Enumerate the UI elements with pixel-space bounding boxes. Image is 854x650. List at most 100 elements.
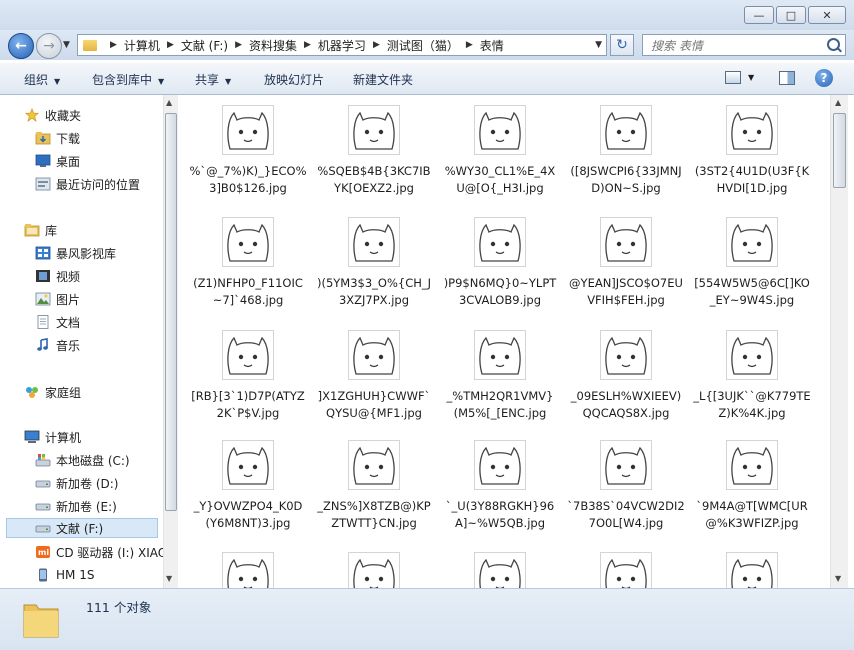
cat-emoji-thumbnail-icon [348,105,400,155]
scroll-down-icon[interactable]: ▼ [835,574,841,583]
change-view-icon[interactable] [725,71,741,84]
view-dropdown-icon[interactable]: ▼ [748,73,754,82]
nav-label: 新加卷 (E:) [56,499,117,514]
recent-pages-dropdown-icon[interactable]: ▼ [63,40,70,50]
close-button[interactable]: ✕ [808,6,846,24]
navigation-pane: 收藏夹 下载 桌面 最近访问的位置 库 暴风影视库 视频 图片 文档 音乐 家庭… [0,95,165,588]
nav-favorites[interactable]: 收藏夹 [24,105,81,125]
crumb-drive-f[interactable]: 文献 (F:) [181,37,228,54]
address-row: ← → ▼ ▶ 计算机 ▶ 文献 (F:) ▶ 资料搜集 ▶ 机器学习 ▶ 测试… [0,30,854,60]
address-dropdown-icon[interactable]: ▼ [595,40,602,50]
file-name: `_U(3Y88RGKH}96A]~%W5QB.jpg [445,499,555,530]
breadcrumb: ▶ 计算机 ▶ 文献 (F:) ▶ 资料搜集 ▶ 机器学习 ▶ 测试图（猫） ▶… [103,37,504,54]
chevron-right-icon[interactable]: ▶ [304,40,311,50]
nav-drive-c[interactable]: 本地磁盘 (C:) [35,450,130,470]
share-menu[interactable]: 共享 ▼ [195,71,231,88]
window-controls: — □ ✕ [744,6,846,24]
help-icon[interactable]: ? [815,69,833,87]
nav-scrollbar[interactable]: ▲ ▼ [163,95,178,588]
refresh-button[interactable]: ↻ [610,34,634,56]
homegroup-icon [26,387,38,398]
nav-documents[interactable]: 文档 [35,312,80,332]
chevron-right-icon[interactable]: ▶ [235,40,242,50]
crumb-emoji[interactable]: 表情 [480,37,504,54]
chevron-right-icon[interactable]: ▶ [373,40,380,50]
content-scrollbar[interactable]: ▲ ▼ [830,95,848,588]
share-label: 共享 [195,73,220,87]
caret-down-icon: ▼ [158,77,165,86]
cat-emoji-thumbnail-icon [726,552,778,588]
nav-pictures[interactable]: 图片 [35,289,80,309]
document-icon [37,315,49,329]
organize-menu[interactable]: 组织 ▼ [24,71,60,88]
file-view: %`@_7%)K)_}ECO%3]B0$126.jpg %SQEB$4B{3KC7… [178,95,830,588]
file-name: ([8JSWCPI6{33JMNJD)ON~S.jpg [570,164,682,195]
include-in-library-menu[interactable]: 包含到库中 ▼ [92,71,164,88]
nav-recent[interactable]: 最近访问的位置 [35,174,140,194]
crumb-computer[interactable]: 计算机 [124,37,160,54]
forward-button[interactable]: → [36,33,62,59]
nav-desktop[interactable]: 桌面 [35,151,80,171]
nav-drive-i[interactable]: mi CD 驱动器 (I:) XIAOMI [35,542,164,562]
phone-icon [39,568,47,582]
crumb-materials[interactable]: 资料搜集 [249,37,297,54]
cat-emoji-thumbnail-icon [726,440,778,490]
film-icon [36,270,50,282]
nav-label: 音乐 [56,338,81,353]
minimize-button[interactable]: — [744,6,774,24]
file-name: )(5YM3$3_O%{CH_J3XZJ7PX.jpg [316,276,432,307]
chevron-right-icon[interactable]: ▶ [167,40,174,50]
nav-drive-d[interactable]: 新加卷 (D:) [35,473,118,493]
back-button[interactable]: ← [8,33,34,59]
nav-label: 本地磁盘 (C:) [56,453,130,468]
cat-emoji-thumbnail-icon [222,552,274,588]
cat-emoji-thumbnail-icon [222,440,274,490]
crumb-test-cats[interactable]: 测试图（猫） [387,37,459,54]
scroll-up-icon[interactable]: ▲ [166,98,172,107]
maximize-button[interactable]: □ [776,6,806,24]
search-box[interactable] [642,34,846,56]
nav-libraries[interactable]: 库 [24,220,57,240]
crumb-ml[interactable]: 机器学习 [318,37,366,54]
search-input[interactable] [649,37,823,55]
address-bar[interactable]: ▶ 计算机 ▶ 文献 (F:) ▶ 资料搜集 ▶ 机器学习 ▶ 测试图（猫） ▶… [77,34,607,56]
details-pane: 111 个对象 [0,588,854,650]
nav-videos[interactable]: 视频 [35,266,80,286]
drive-icon [35,525,51,533]
nav-label: 桌面 [56,154,81,169]
file-name: _L{[3UJK``@K779TEZ)K%4K.jpg [693,389,811,420]
scroll-thumb[interactable] [833,113,846,188]
chevron-right-icon[interactable]: ▶ [466,40,473,50]
nav-label: 文档 [56,315,81,330]
nav-hm1s[interactable]: HM 1S [35,565,94,585]
nav-music[interactable]: 音乐 [35,335,80,355]
file-name: `9M4A@T[WMC[UR@%K3WFIZP.jpg [696,499,808,530]
nav-downloads[interactable]: 下载 [35,128,80,148]
nav-label: HM 1S [56,568,95,582]
drive-icon [35,503,51,511]
nav-label: 新加卷 (D:) [56,476,119,491]
scroll-thumb[interactable] [165,113,177,511]
search-icon[interactable] [827,38,840,51]
nav-homegroup[interactable]: 家庭组 [24,382,81,402]
command-bar: 组织 ▼ 包含到库中 ▼ 共享 ▼ 放映幻灯片 新建文件夹 ▼ ? [0,62,854,95]
scroll-down-icon[interactable]: ▼ [166,574,172,583]
recent-places-icon [35,177,51,191]
nav-drive-e[interactable]: 新加卷 (E:) [35,496,117,516]
desktop-icon [35,154,51,167]
new-folder-button[interactable]: 新建文件夹 [353,71,413,88]
cat-emoji-thumbnail-icon [474,552,526,588]
file-name: (3ST2{4U1D(U3F{KHVDI[1D.jpg [694,164,810,195]
system-drive-icon [35,454,51,467]
scroll-up-icon[interactable]: ▲ [835,98,841,107]
nav-label: 最近访问的位置 [56,177,141,192]
file-name: _09ESLH%WXIEEV)QQCAQS8X.jpg [570,389,682,420]
cat-emoji-thumbnail-icon [600,217,652,267]
nav-computer[interactable]: 计算机 [24,427,81,447]
nav-drive-f[interactable]: 文献 (F:) [6,518,158,538]
slideshow-button[interactable]: 放映幻灯片 [264,71,324,88]
preview-pane-icon[interactable] [779,71,795,85]
chevron-right-icon[interactable]: ▶ [110,40,117,50]
nav-baofeng[interactable]: 暴风影视库 [35,243,116,263]
cat-emoji-thumbnail-icon [474,105,526,155]
